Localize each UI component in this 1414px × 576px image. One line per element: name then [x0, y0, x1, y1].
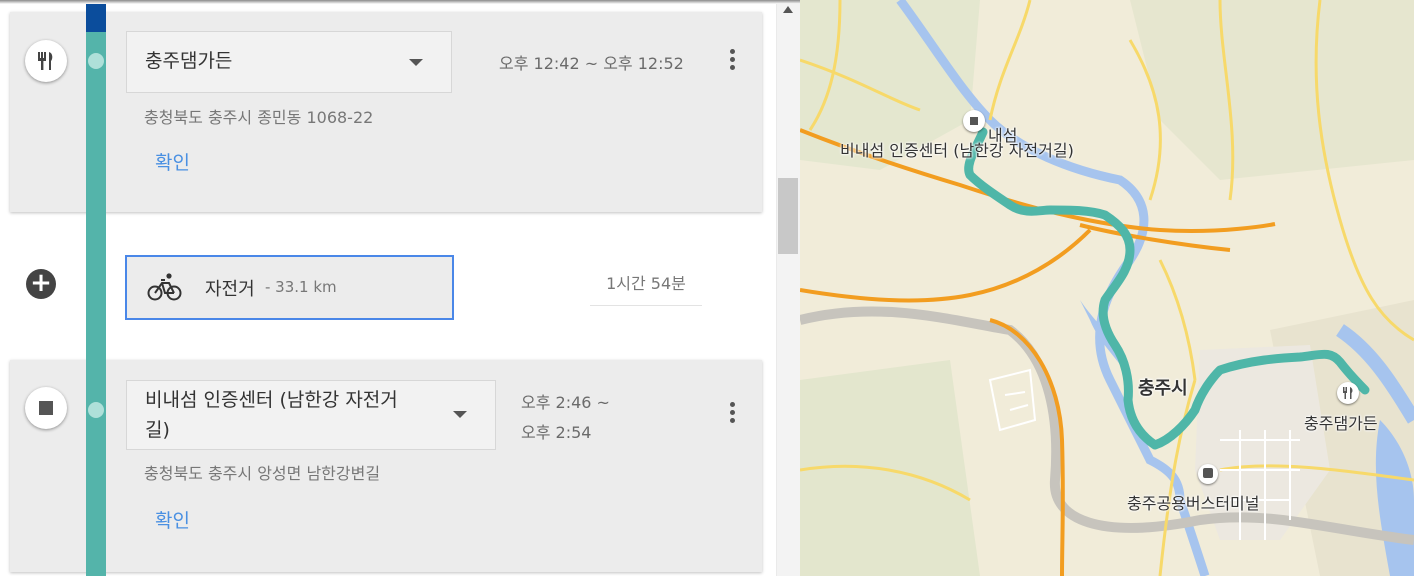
- address-stop1: 충청북도 충주시 종민동 1068-22: [144, 108, 374, 127]
- place-select-stop1[interactable]: 충주댐가든: [126, 31, 452, 93]
- timeline-dot-stop1: [88, 53, 104, 69]
- add-stop-button[interactable]: +: [26, 269, 56, 299]
- square-stop-icon: [25, 387, 67, 429]
- route-map[interactable]: 내섬 비내섬 인증센터 (남한강 자전거길) 충주시 충주댐가든 충주공용버스터…: [800, 0, 1414, 576]
- time-stop2-start: 오후 2:46 ~: [521, 393, 610, 412]
- restaurant-marker-icon[interactable]: [1337, 382, 1359, 404]
- place-select-stop2[interactable]: 비내섬 인증센터 (남한강 자전거 길): [126, 380, 496, 450]
- confirm-link-stop2[interactable]: 확인: [155, 506, 190, 533]
- bicycle-icon: [147, 271, 183, 307]
- kebab-dot-icon: [729, 49, 735, 54]
- top-shadow: [0, 0, 800, 4]
- scroll-up-arrow-icon[interactable]: [783, 6, 793, 13]
- timeline-dot-stop2: [88, 402, 104, 418]
- chevron-down-icon: [409, 59, 423, 66]
- map-label-chungju-city: 충주시: [1138, 378, 1188, 399]
- place-name-stop1: 충주댐가든: [145, 50, 233, 72]
- kebab-dot-icon: [729, 418, 735, 423]
- map-canvas: [800, 0, 1414, 576]
- map-label-bus-terminal: 충주공용버스터미널: [1127, 494, 1260, 513]
- map-label-dam-garden: 충주댐가든: [1304, 414, 1378, 433]
- kebab-dot-icon: [729, 402, 735, 407]
- kebab-dot-icon: [729, 410, 735, 415]
- travel-mode-select[interactable]: 자전거 - 33.1 km: [125, 255, 454, 320]
- place-name-stop2-line1: 비내섬 인증센터 (남한강 자전거: [145, 389, 398, 411]
- time-stop1: 오후 12:42 ~ 오후 12:52: [499, 54, 684, 73]
- place-name-stop2-line2: 길): [145, 419, 170, 441]
- travel-distance: - 33.1 km: [265, 278, 337, 296]
- stop-marker-icon[interactable]: [963, 110, 985, 132]
- itinerary-panel: 충주댐가든 오후 12:42 ~ 오후 12:52 충청북도 충주시 종민동 1…: [0, 0, 800, 576]
- map-label-binaeseom: 비내섬 인증센터 (남한강 자전거길): [840, 141, 1074, 160]
- time-stop2-end: 오후 2:54: [521, 423, 592, 442]
- timeline-segment-past: [86, 0, 106, 34]
- chevron-down-icon: [453, 411, 467, 418]
- address-stop2: 충청북도 충주시 앙성면 남한강변길: [144, 464, 381, 483]
- bus-icon[interactable]: [1198, 464, 1218, 484]
- more-options-stop2[interactable]: [728, 402, 736, 426]
- travel-mode-label: 자전거: [205, 279, 255, 300]
- scrollbar[interactable]: [776, 0, 800, 576]
- travel-duration: 1시간 54분: [590, 263, 702, 306]
- confirm-link-stop1[interactable]: 확인: [155, 148, 190, 175]
- scrollbar-thumb[interactable]: [778, 178, 798, 254]
- timeline-route-line: [86, 32, 106, 576]
- more-options-stop1[interactable]: [728, 49, 736, 73]
- kebab-dot-icon: [729, 65, 735, 70]
- kebab-dot-icon: [729, 57, 735, 62]
- fork-knife-icon: [25, 40, 67, 82]
